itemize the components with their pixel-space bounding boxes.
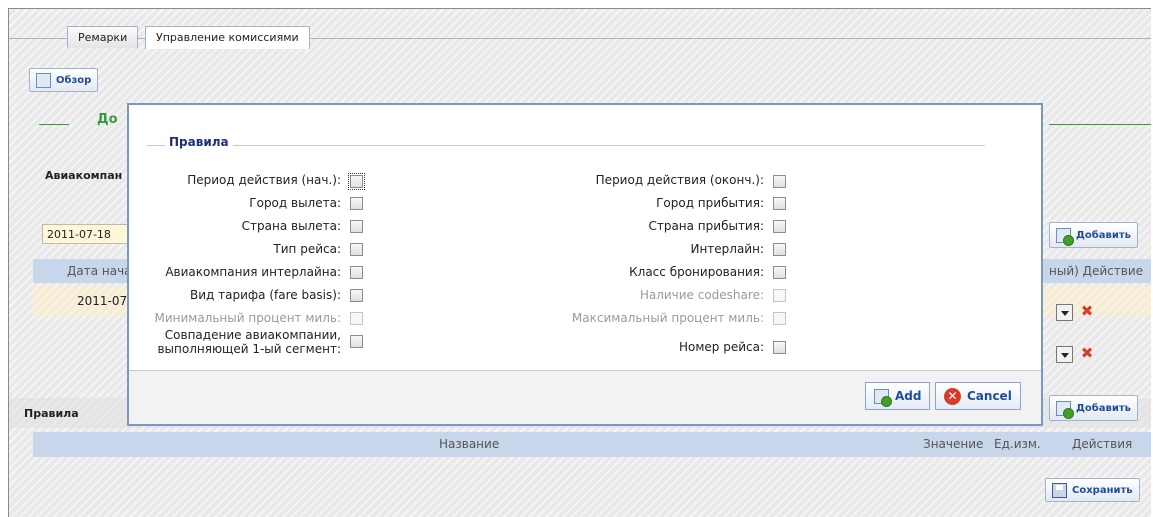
- label-flight-type: Тип рейса:: [273, 242, 341, 256]
- checkbox-arrival-city[interactable]: [773, 197, 786, 210]
- label-arrival-city: Город прибытия:: [656, 196, 764, 210]
- label-codeshare: Наличие codeshare:: [639, 288, 764, 302]
- add-rule-icon: [1056, 400, 1074, 419]
- add-button-label: Add: [895, 389, 922, 403]
- checkbox-flight-number[interactable]: [773, 341, 786, 354]
- label-departure-city: Город вылета:: [249, 196, 341, 210]
- checkbox-departure-country[interactable]: [350, 220, 363, 233]
- label-period-start: Период действия (нач.):: [187, 173, 341, 187]
- overview-button[interactable]: Обзор: [29, 68, 99, 92]
- rules-modal: Правила Период действия (нач.): Город вы…: [127, 103, 1043, 426]
- checkbox-interline-airline[interactable]: [350, 266, 363, 279]
- section-title: До: [97, 112, 118, 127]
- label-max-miles-percent: Максимальный процент миль:: [571, 311, 764, 325]
- checkbox-departure-city[interactable]: [350, 197, 363, 210]
- cancel-button[interactable]: ✕ Cancel: [935, 382, 1021, 410]
- label-interline: Интерлайн:: [690, 242, 764, 256]
- label-first-segment-airline-line1: Совпадение авиакомпании,: [164, 328, 341, 342]
- section-divider-left: [39, 124, 69, 125]
- cancel-button-label: Cancel: [967, 389, 1012, 403]
- row2-select-dropdown[interactable]: [1056, 346, 1073, 363]
- fieldset-line-right: [233, 145, 985, 146]
- fieldset-line-left: [147, 145, 165, 146]
- checkbox-flight-type[interactable]: [350, 243, 363, 256]
- grid2-header-name: Название: [439, 437, 500, 451]
- tab-commission-management[interactable]: Управление комиссиями: [145, 26, 310, 49]
- modal-footer: Add ✕ Cancel: [129, 370, 1041, 424]
- cancel-icon: ✕: [944, 387, 961, 405]
- row1-delete-icon[interactable]: ✖: [1079, 303, 1095, 320]
- overview-button-label: Обзор: [56, 74, 92, 86]
- label-booking-class: Класс бронирования:: [629, 265, 764, 279]
- label-departure-country: Страна вылета:: [241, 219, 341, 233]
- save-icon: [1052, 482, 1067, 498]
- checkbox-interline[interactable]: [773, 243, 786, 256]
- label-first-segment-airline: Совпадение авиакомпании, выполняющей 1-ы…: [157, 328, 341, 356]
- airline-label: Авиакомпан: [45, 169, 123, 182]
- modal-legend: Правила: [169, 135, 229, 149]
- save-button[interactable]: Сохранить: [1045, 478, 1140, 502]
- add-button[interactable]: Add: [865, 382, 931, 410]
- checkbox-codeshare: [773, 289, 786, 302]
- add-condition-button[interactable]: Добавить: [1049, 222, 1138, 248]
- checkbox-min-miles-percent: [350, 312, 363, 325]
- checkbox-max-miles-percent: [773, 312, 786, 325]
- add-rule-button-label: Добавить: [1076, 402, 1131, 414]
- label-arrival-country: Страна прибытия:: [648, 219, 764, 233]
- rules-label: Правила: [24, 407, 79, 420]
- grid2-header-actions: Действия: [1072, 437, 1133, 451]
- checkbox-booking-class[interactable]: [773, 266, 786, 279]
- checkbox-first-segment-airline[interactable]: [350, 335, 363, 348]
- grid2-header-unit: Ед.изм.: [994, 437, 1041, 451]
- grid1-row-date: 2011-07-: [77, 294, 132, 308]
- section-divider-right: [1049, 124, 1151, 125]
- label-period-end: Период действия (оконч.):: [595, 173, 764, 187]
- tab-remarks[interactable]: Ремарки: [67, 26, 139, 48]
- label-fare-basis: Вид тарифа (fare basis):: [190, 288, 341, 302]
- checkbox-fare-basis[interactable]: [350, 289, 363, 302]
- grid1-header-actions: ный) Действие: [1049, 264, 1144, 278]
- add-button-label: Добавить: [1076, 229, 1131, 241]
- grid1-header-start-date: Дата нача: [67, 264, 132, 278]
- add-button-icon: [874, 388, 892, 407]
- label-interline-airline: Авиакомпания интерлайна:: [165, 265, 341, 279]
- label-first-segment-airline-line2: выполняющей 1-ый сегмент:: [157, 342, 341, 356]
- row1-select-dropdown[interactable]: [1056, 304, 1073, 321]
- grid2-header-value: Значение: [923, 437, 984, 451]
- checkbox-period-start[interactable]: [348, 173, 365, 190]
- add-rule-button[interactable]: Добавить: [1049, 395, 1138, 421]
- label-flight-number: Номер рейса:: [678, 340, 764, 354]
- add-icon: [1056, 227, 1074, 246]
- label-min-miles-percent: Минимальный процент миль:: [154, 311, 341, 325]
- overview-icon: [36, 72, 51, 88]
- checkbox-period-end[interactable]: [773, 175, 786, 188]
- checkbox-arrival-country[interactable]: [773, 220, 786, 233]
- save-button-label: Сохранить: [1072, 484, 1133, 496]
- row2-delete-icon[interactable]: ✖: [1079, 345, 1095, 362]
